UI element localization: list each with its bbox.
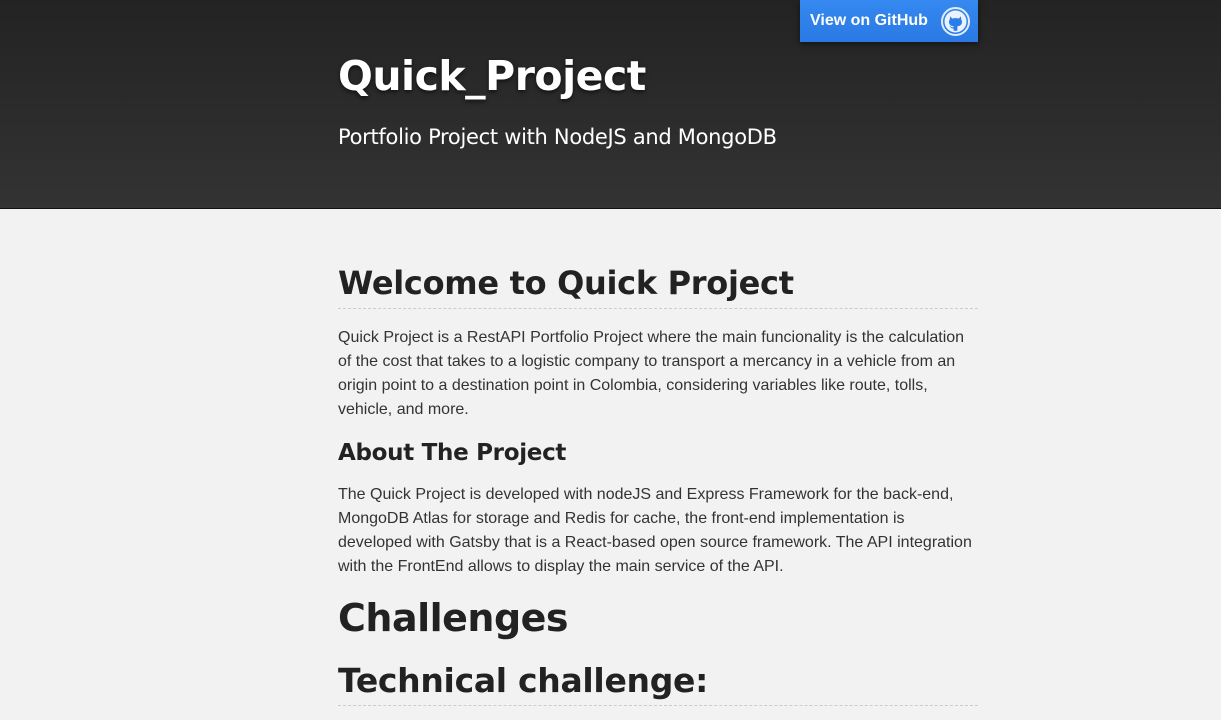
about-heading: About The Project [338,440,567,466]
site-title: Quick_Project [338,52,646,100]
view-on-github-label: View on GitHub [810,12,928,29]
welcome-heading: Welcome to Quick Project [338,264,978,309]
intro-paragraph: Quick Project is a RestAPI Portfolio Pro… [338,329,965,418]
challenges-heading: Challenges [338,596,569,640]
about-paragraph: The Quick Project is developed with node… [338,486,972,575]
view-on-github-button[interactable]: View on GitHub [800,0,978,42]
technical-challenge-heading: Technical challenge: [338,661,978,706]
header-inner: Quick_Project Portfolio Project with Nod… [338,0,978,208]
site-header: Quick_Project Portfolio Project with Nod… [0,0,1221,209]
site-tagline: Portfolio Project with NodeJS and MongoD… [338,125,777,149]
github-octocat-icon [941,7,970,36]
